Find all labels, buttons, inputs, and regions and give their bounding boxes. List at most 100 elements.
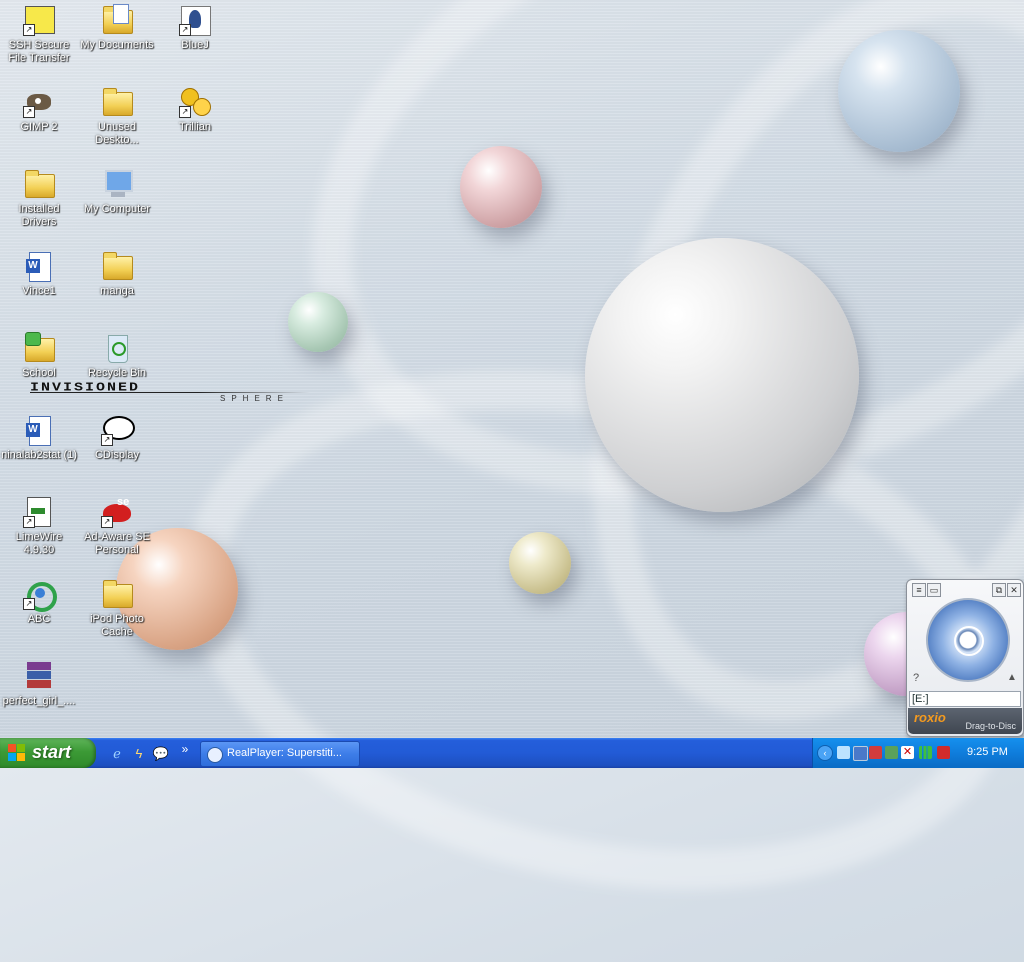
desktop-icon[interactable]: manga [78,250,156,298]
desktop-icon[interactable]: School [0,332,78,380]
desktop-icon[interactable]: ↗ CDisplay [78,414,156,462]
task-button-label: RealPlayer: Superstiti... [227,747,342,759]
pink-sphere [460,146,542,228]
desktop-icon[interactable]: My Documents [78,4,156,52]
gimp-icon: ↗ [23,86,55,118]
chat-icon[interactable]: 💬 [152,745,170,763]
desktop-icon[interactable]: W Vince1 [0,250,78,298]
cd-disc-icon[interactable] [926,598,1010,682]
trillian-icon: ↗ [179,86,211,118]
abc-icon: ↗ [23,578,57,612]
desktop-icon-label: LimeWire 4.9.30 [15,531,63,556]
task-button-realplayer[interactable]: RealPlayer: Superstiti... [200,741,360,767]
shortcut-arrow-icon: ↗ [23,24,35,36]
desktop-icon-label: My Computer [83,203,151,215]
desktop-icon[interactable]: ↗ LimeWire 4.9.30 [0,496,78,557]
safely-remove-icon[interactable] [885,746,898,759]
roxio-footer: roxio Drag-to-Disc [908,708,1022,734]
desktop-icon[interactable]: ↗ GIMP 2 [0,86,78,134]
desktop-icon-label: Installed Drivers [18,203,60,228]
firewall-x-icon[interactable]: ✕ [901,746,914,759]
desktop-icon-label: SSH Secure File Transfer [8,39,70,64]
folder-yellow-icon: ↗ [23,4,55,36]
signal-icon[interactable] [919,746,932,759]
clock: 9:25 PM [967,746,1008,758]
folder-icon [101,578,133,610]
roxio-logo: roxio [914,710,946,725]
desktop-icon[interactable]: ↗ Trillian [156,86,234,134]
blue-sphere [838,30,960,152]
winrar-icon [23,660,55,692]
desktop-icon-label: Ad-Aware SE Personal [84,531,150,556]
word-icon: W [23,414,55,446]
logo-sub-text: SPHERE [220,394,289,403]
security-icon[interactable] [869,746,882,759]
folder-icon [23,168,55,200]
logo-main-text: INVISIONED [30,381,141,395]
mydocs-icon [101,4,133,36]
network-icon[interactable] [837,746,850,759]
windows-flag-icon [8,744,26,762]
desktop-icon-label: School [22,367,56,379]
desktop-icon-label: ABC [27,613,51,625]
tray-expand-icon[interactable]: ‹ [817,745,833,761]
desktop-icon[interactable]: ↗ SSH Secure File Transfer [0,4,78,65]
desktop-icon-label: Recycle Bin [87,367,147,379]
folder-icon [101,250,133,282]
shortcut-arrow-icon: ↗ [23,516,35,528]
realplayer-icon [207,747,223,763]
help-icon[interactable]: ? [913,672,919,684]
shortcut-arrow-icon: ↗ [179,106,191,118]
desktop-icon-label: BlueJ [181,39,209,51]
desktop-icon-label: Trillian [179,121,211,133]
shortcut-arrow-icon: ↗ [23,598,35,610]
desktop-icon[interactable]: se ↗ Ad-Aware SE Personal [78,496,156,557]
folder-icon [101,86,133,118]
shortcut-arrow-icon: ↗ [179,24,191,36]
desktop-icon[interactable]: Wninalab2stat (1) [0,414,78,462]
start-button[interactable]: start [0,738,96,768]
desktop-icon[interactable]: ↗ ABC [0,578,78,626]
desktop-icon[interactable]: My Computer [78,168,156,216]
desktop-icon-label: Vince1 [22,285,56,297]
restore-icon[interactable]: ⧉ [992,583,1006,597]
desktop-icon-label: manga [100,285,134,297]
desktop-icon-label: Unused Deskto... [95,121,139,146]
desktop-icon-label: iPod Photo Cache [90,613,144,638]
recycle-icon [101,332,133,364]
desktop-icon[interactable]: iPod Photo Cache [78,578,156,639]
desktop-icon-label: My Documents [80,39,154,51]
shortcut-arrow-icon: ↗ [23,106,35,118]
limewire-icon: ↗ [23,496,55,528]
desktop-icon-label: CDisplay [94,449,139,461]
ati-icon[interactable] [937,746,950,759]
cdisplay-icon: ↗ [101,414,135,446]
ie-icon[interactable]: ℯ [108,745,126,763]
desktop-icon-label: ninalab2stat (1) [1,449,77,461]
close-icon[interactable]: ✕ [1007,583,1021,597]
silver-sphere [585,238,859,512]
display-icon[interactable] [853,746,868,761]
roxio-drag-to-disc-widget[interactable]: ≡ ▭ ⧉ ✕ ? ▲ [E:] roxio Drag-to-Disc [906,579,1024,737]
folder-icon[interactable]: ▭ [927,583,941,597]
desktop-icon[interactable]: Recycle Bin [78,332,156,380]
word-icon: W [23,250,55,282]
system-tray: ‹ ✕ 9:25 PM [812,738,1024,768]
quicklaunch-overflow[interactable]: » [176,740,194,758]
menu-icon[interactable]: ≡ [912,583,926,597]
adaware-icon: se ↗ [101,496,133,528]
desktop-icon[interactable]: Installed Drivers [0,168,78,229]
green-sphere [288,292,348,352]
folder-green-icon [23,332,55,364]
eject-icon[interactable]: ▲ [1007,672,1017,683]
computer-icon [101,168,133,200]
desktop-icon-label: perfect_girl_.... [2,695,76,707]
start-label: start [32,742,72,762]
desktop-icon-label: GIMP 2 [20,121,58,133]
desktop-icon[interactable]: ↗ BlueJ [156,4,234,52]
wallpaper-logo: INVISIONED SPHERE [30,381,310,403]
desktop-icon[interactable]: perfect_girl_.... [0,660,78,708]
desktop-icon[interactable]: Unused Deskto... [78,86,156,147]
drive-selector[interactable]: [E:] [909,691,1021,707]
winamp-icon[interactable]: ϟ [130,745,148,763]
